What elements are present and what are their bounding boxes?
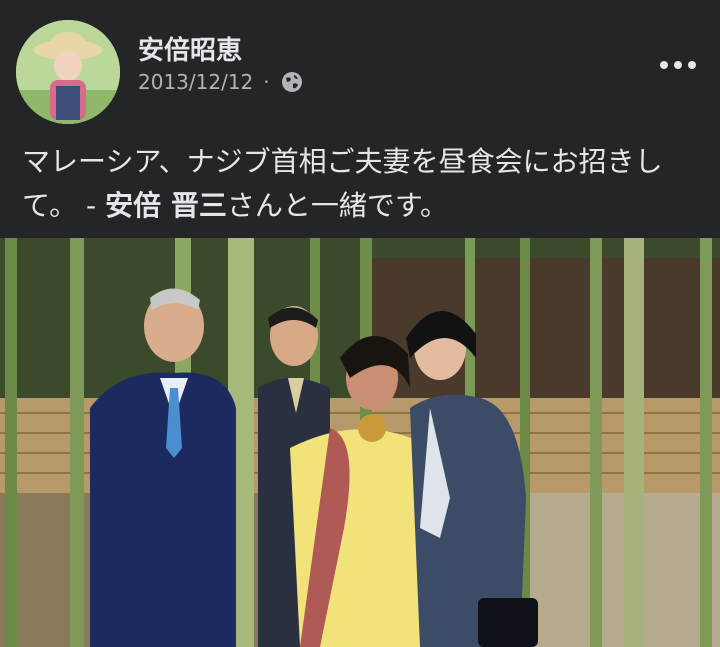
more-horizontal-icon — [658, 55, 698, 74]
post-message-end: さんと一緒です。 — [226, 189, 449, 222]
author-name[interactable]: 安倍昭恵 — [138, 30, 242, 67]
photo-bamboo-group — [0, 238, 720, 647]
post-photo[interactable] — [0, 238, 720, 647]
post-header: 安倍昭恵 2013/12/12 · — [0, 0, 720, 130]
post-message: マレーシア、ナジブ首相ご夫妻を昼食会にお招きして。 - 安倍 晋三さんと一緒です… — [22, 140, 702, 228]
post-date[interactable]: 2013/12/12 — [138, 70, 253, 94]
globe-icon — [280, 70, 304, 94]
post-meta: 2013/12/12 · — [138, 68, 304, 96]
tagged-person-link[interactable]: 安倍 晋三 — [105, 189, 227, 222]
more-options-button[interactable] — [650, 44, 706, 84]
separator-dot: · — [263, 70, 270, 94]
author-avatar[interactable] — [16, 20, 120, 124]
